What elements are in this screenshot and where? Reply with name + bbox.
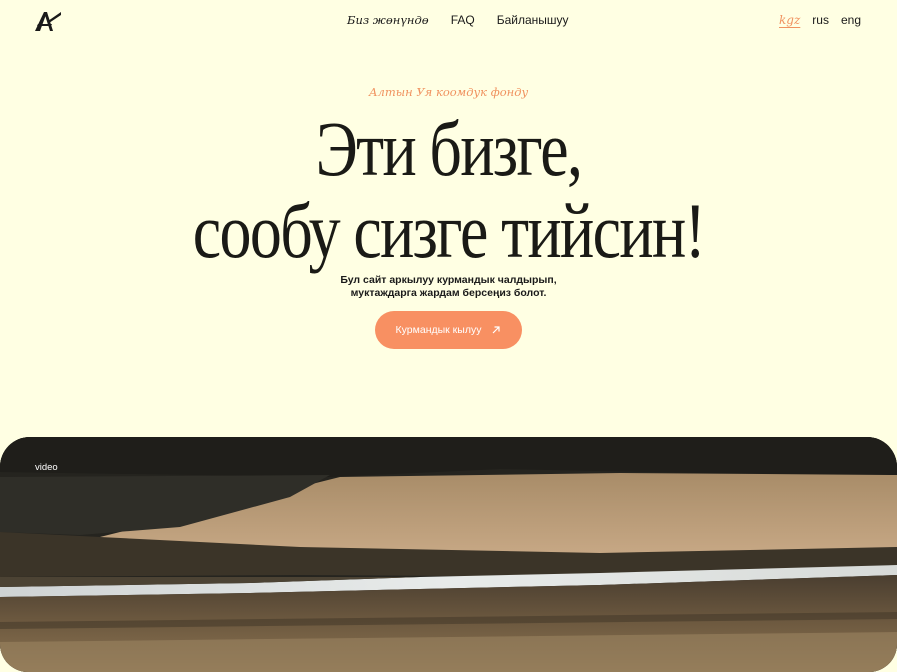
arrow-up-right-icon <box>493 326 501 334</box>
lang-eng[interactable]: eng <box>841 13 861 27</box>
video-player[interactable]: video <box>0 437 897 672</box>
headline-line-2: сообу сизге тийсин! <box>192 187 706 274</box>
hero-subtitle: Бул сайт аркылуу курмандык чалдырып, мук… <box>0 274 897 300</box>
hero-headline: Эти бизге, сообу сизге тийсин! <box>81 108 817 272</box>
nav-item-contact[interactable]: Байланышуу <box>497 13 569 27</box>
lang-rus[interactable]: rus <box>812 13 829 27</box>
subtitle-line-2: муктаждарга жардам берсеңиз болот. <box>350 287 547 299</box>
language-switcher: kgz rus eng <box>779 13 861 27</box>
subtitle-line-1: Бул сайт аркылуу курмандык чалдырып, <box>340 274 557 286</box>
donate-button[interactable]: Курмандык кылуу <box>375 311 522 349</box>
landscape-image <box>0 437 897 672</box>
headline-line-1: Эти бизге, <box>315 105 583 192</box>
lang-kgz[interactable]: kgz <box>779 13 800 27</box>
brand-logo[interactable] <box>34 10 62 32</box>
main-nav: Биз жөнүндө FAQ Байланышуу <box>347 13 569 27</box>
nav-item-about[interactable]: Биз жөнүндө <box>347 13 429 27</box>
nav-item-faq[interactable]: FAQ <box>451 13 475 27</box>
landing-page: Биз жөнүндө FAQ Байланышуу kgz rus eng А… <box>0 0 897 672</box>
donate-button-label: Курмандык кылуу <box>395 324 482 336</box>
hero-eyebrow: Алтын Уя коомдук фонду <box>368 85 529 99</box>
video-label: video <box>35 462 58 473</box>
